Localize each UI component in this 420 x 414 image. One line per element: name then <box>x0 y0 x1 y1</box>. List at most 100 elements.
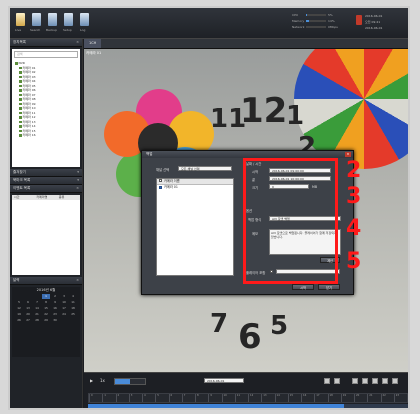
calendar-day[interactable]: 1 <box>42 294 50 299</box>
search-input[interactable]: 검색 <box>14 51 78 58</box>
calendar-day[interactable]: 18 <box>69 306 77 311</box>
timeline-hour: 11 <box>234 394 248 402</box>
calendar-day[interactable]: 6 <box>24 300 32 305</box>
camera-checkbox[interactable] <box>159 186 162 189</box>
event-header[interactable]: 이벤트 목록 × <box>10 185 82 193</box>
backup-button[interactable] <box>48 13 57 26</box>
calendar-day[interactable]: 25 <box>69 312 77 317</box>
layout-button[interactable] <box>362 378 368 384</box>
calendar-day[interactable]: 24 <box>60 312 68 317</box>
calendar-days: 1 2 3 4 5 6 7 8 9 10 11 12 13 14 15 16 17 18 19 20 21 22 23 24 2… <box>12 294 80 329</box>
calendar-day[interactable]: 2 <box>51 294 59 299</box>
col-type[interactable]: 종류 <box>57 195 79 200</box>
recording-bar[interactable] <box>88 404 408 408</box>
user-box[interactable]: 2016-06-01 오전 09:41 2016-06-01 <box>356 12 404 32</box>
play-button[interactable]: ▶ <box>90 378 93 384</box>
calendar-day[interactable]: 14 <box>33 306 41 311</box>
setup-button[interactable] <box>64 13 73 26</box>
close-button[interactable]: 닫기 <box>318 284 340 290</box>
speed-slider[interactable] <box>114 378 146 385</box>
calendar-day[interactable]: 16 <box>51 306 59 311</box>
calendar-day[interactable]: 11 <box>69 300 77 305</box>
log-label: Log <box>80 28 86 32</box>
timeline-hour: 9 <box>208 394 221 402</box>
backup-label: Backup <box>46 28 57 32</box>
calendar-day <box>60 318 68 323</box>
calendar-day[interactable]: 22 <box>42 312 50 317</box>
network-bar <box>306 26 326 28</box>
calendar-day[interactable]: 27 <box>24 318 32 323</box>
close-icon[interactable]: × <box>76 39 79 46</box>
network-row: Network 0Mbps <box>292 24 350 30</box>
col-camera[interactable]: 카메라명 <box>34 195 56 200</box>
layout-button[interactable] <box>372 378 378 384</box>
calendar-day <box>69 318 77 323</box>
layout-button[interactable] <box>352 378 358 384</box>
layout-button[interactable] <box>382 378 388 384</box>
calendar-day[interactable]: 8 <box>42 300 50 305</box>
close-icon[interactable]: × <box>345 152 351 157</box>
tree-node[interactable]: 카메라 16 <box>14 133 78 138</box>
calendar-day[interactable]: 12 <box>15 306 23 311</box>
favorites-title: 즐겨찾기 <box>13 170 26 174</box>
calendar-day[interactable]: 9 <box>51 300 59 305</box>
camera-icon <box>19 134 22 137</box>
camera-icon <box>19 89 22 92</box>
bookmark-header[interactable]: 북마크 목록 ▾ <box>10 177 82 185</box>
calendar-day[interactable]: 29 <box>42 318 50 323</box>
channel-select[interactable]: 모든 채널 선택 <box>178 166 232 171</box>
camera-item-label: 카메라 01 <box>164 185 178 189</box>
col-time[interactable]: 시간 <box>12 195 34 200</box>
camera-icon <box>19 102 22 105</box>
close-icon[interactable]: × <box>76 277 79 284</box>
calendar-day[interactable]: 19 <box>15 312 23 317</box>
timeline-hour: 17 <box>314 394 327 402</box>
tab-1ch[interactable]: 1CH <box>84 39 102 48</box>
timeline-hour: 18 <box>327 394 341 402</box>
calendar-day[interactable]: 7 <box>33 300 41 305</box>
zoom-out-button[interactable] <box>334 378 340 384</box>
favorites-header[interactable]: 즐겨찾기 ▾ <box>10 169 82 177</box>
start-backup-button[interactable]: 시작 <box>292 284 314 290</box>
calendar-day[interactable]: 4 <box>69 294 77 299</box>
calendar-day[interactable]: 23 <box>51 312 59 317</box>
close-icon[interactable]: × <box>76 185 79 192</box>
calendar-day[interactable]: 28 <box>33 318 41 323</box>
select-all-checkbox[interactable] <box>159 179 162 182</box>
date-field[interactable]: 2016-06-01 <box>204 378 244 383</box>
device-panel-title: 장치목록 <box>13 40 26 44</box>
clock-number: 12 <box>240 91 288 131</box>
collapse-icon[interactable]: ▾ <box>77 177 79 184</box>
camera-icon <box>19 116 22 119</box>
timeline-hour: 5 <box>155 394 168 402</box>
annotation-number: 5 <box>346 249 362 274</box>
calendar-day <box>33 294 41 299</box>
calendar-day[interactable]: 17 <box>60 306 68 311</box>
camera-icon <box>19 129 22 132</box>
calendar-day[interactable]: 10 <box>60 300 68 305</box>
calendar-day[interactable]: 13 <box>24 306 32 311</box>
user-icon <box>356 15 362 25</box>
collapse-icon[interactable]: ▾ <box>77 169 79 176</box>
calendar-day[interactable]: 26 <box>15 318 23 323</box>
calendar-day[interactable]: 5 <box>15 300 23 305</box>
log-button[interactable] <box>80 13 89 26</box>
zoom-in-button[interactable] <box>324 378 330 384</box>
calendar-day[interactable]: 20 <box>24 312 32 317</box>
calendar-day[interactable]: 30 <box>51 318 59 323</box>
timeline-ruler[interactable]: 0 1 2 3 4 5 6 7 8 9 10 11 12 13 14 15 16 17 18 19 20 21 22 23 <box>88 393 408 403</box>
list-item[interactable]: 카메라 01 <box>157 185 233 190</box>
calendar-day[interactable]: 15 <box>42 306 50 311</box>
calendar-day[interactable]: 3 <box>60 294 68 299</box>
timeline-hour: 23 <box>393 394 407 402</box>
calendar-month[interactable]: 2016년 6월 <box>12 287 80 294</box>
cpu-bar <box>306 14 326 16</box>
calendar-day[interactable]: 21 <box>33 312 41 317</box>
camera-icon <box>19 66 22 69</box>
dialog-titlebar[interactable]: 백업 × <box>142 151 353 158</box>
search-button[interactable] <box>32 13 41 26</box>
clock-number: 5 <box>270 311 289 341</box>
layout-button[interactable] <box>392 378 398 384</box>
live-button[interactable] <box>16 13 25 26</box>
camera-icon <box>19 125 22 128</box>
